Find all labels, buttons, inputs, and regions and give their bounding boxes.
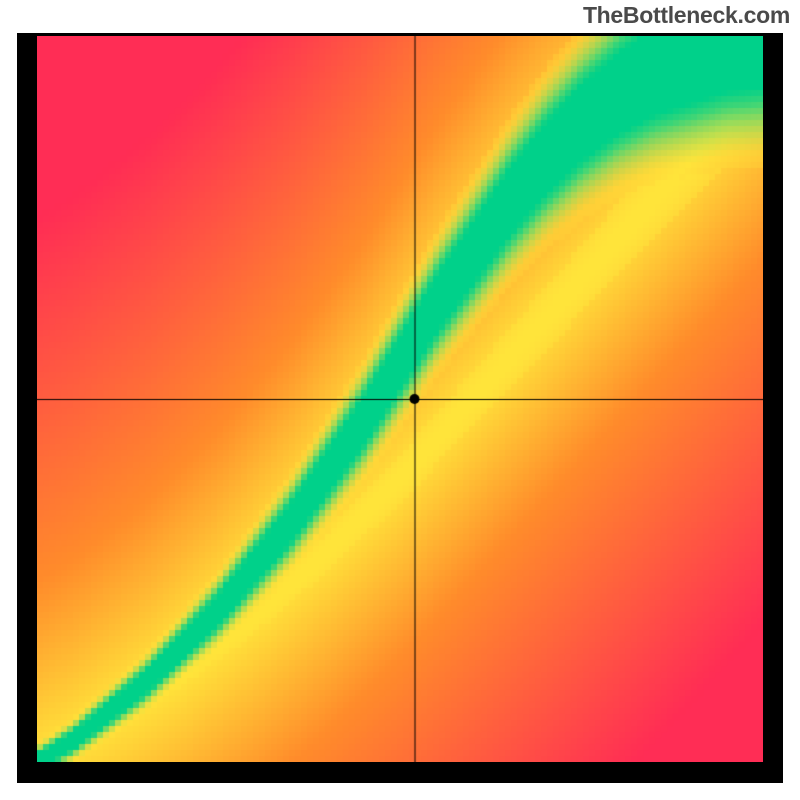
plot-frame — [17, 33, 783, 783]
chart-stage: TheBottleneck.com — [0, 0, 800, 800]
watermark-text: TheBottleneck.com — [583, 2, 790, 29]
bottleneck-heatmap — [37, 36, 763, 762]
